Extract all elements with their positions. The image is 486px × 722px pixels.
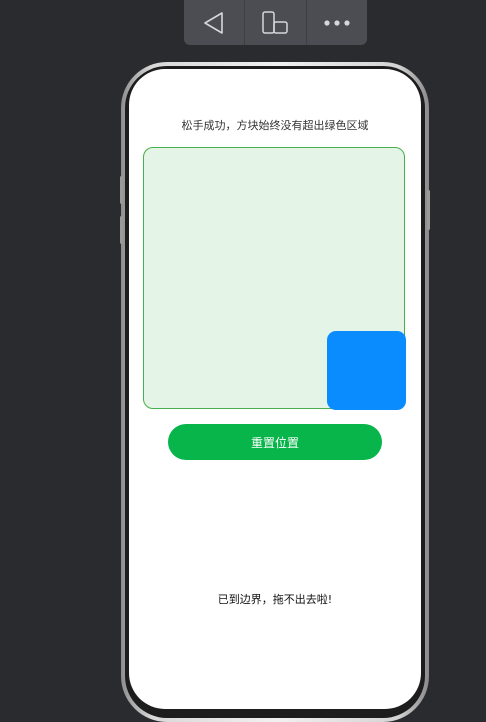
power-key [427,190,430,230]
back-button[interactable] [184,0,246,45]
device-rotate-icon [262,10,289,34]
phone-screen: 松手成功，方块始终没有超出绿色区域 重置位置 已到边界，拖不出去啦! [129,69,421,709]
boundary-message: 已到边界，拖不出去啦! [217,593,333,606]
volume-up-key [120,176,123,204]
draggable-block[interactable] [327,331,406,410]
rotate-device-button[interactable] [245,0,307,45]
reset-position-button[interactable]: 重置位置 [168,424,382,460]
emulator-toolbar [184,0,367,45]
volume-down-key [120,216,123,244]
more-dots-icon [324,19,350,26]
more-button[interactable] [307,0,367,45]
status-text: 松手成功，方块始终没有超出绿色区域 [181,119,369,132]
back-triangle-icon [204,11,223,34]
